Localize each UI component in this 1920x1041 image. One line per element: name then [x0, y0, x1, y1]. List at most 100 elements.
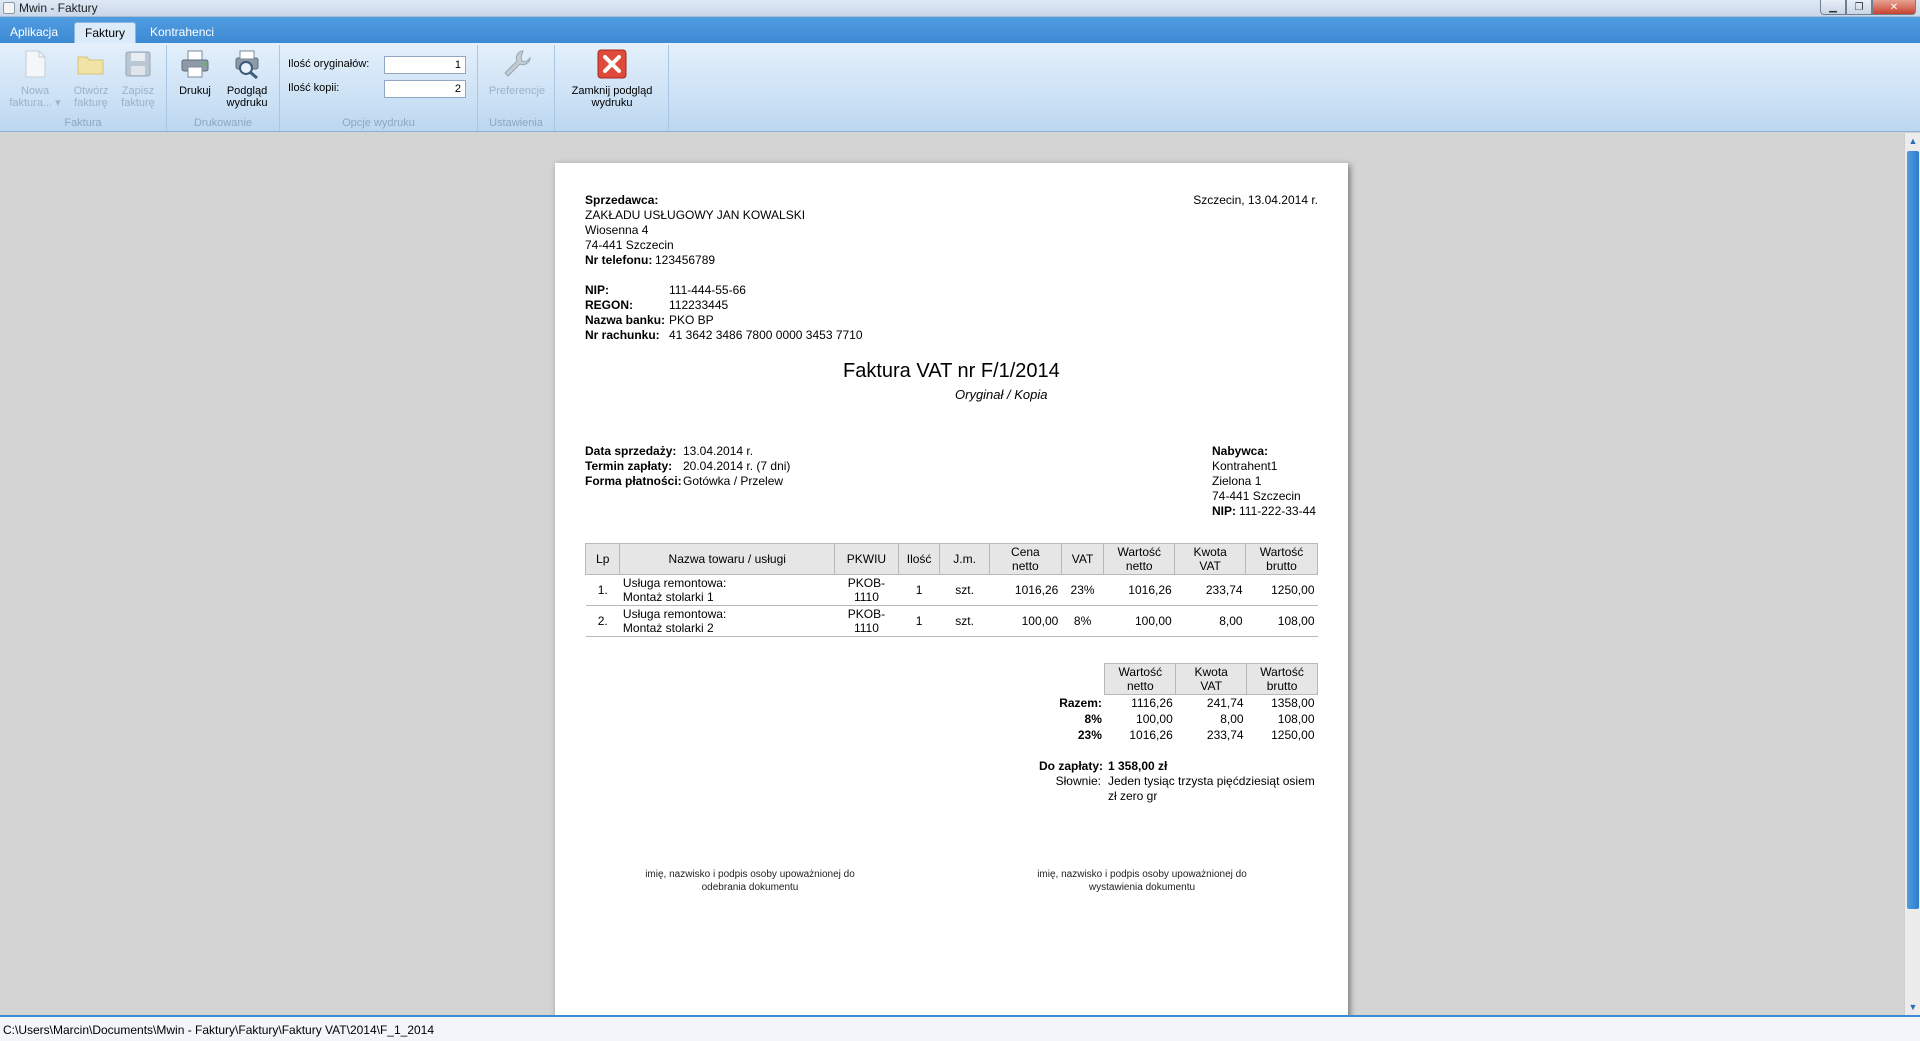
summary-col-gross: Wartość brutto [1246, 663, 1318, 695]
item-net: 1016,26 [1103, 574, 1175, 606]
status-bar: C:\Users\Marcin\Documents\Mwin - Faktury… [0, 1015, 1920, 1041]
print-preview-icon [235, 50, 259, 80]
phone-value: 123456789 [655, 253, 716, 267]
due-label: Termin zapłaty: [585, 459, 673, 473]
bank-value: PKO BP [669, 313, 714, 327]
regon-value: 112233445 [669, 298, 729, 312]
originals-row: Ilość oryginałów: 1 [288, 56, 470, 76]
print-preview-area[interactable]: Sprzedawca: ZAKŁADU USŁUGOWY JAN KOWALSK… [0, 133, 1904, 1015]
open-invoice-button[interactable]: Otwórz fakturę [66, 48, 116, 109]
col-lp: Lp [584, 543, 621, 575]
col-net: Wartość netto [1103, 543, 1176, 575]
summary-corner [1035, 663, 1105, 695]
title-bar: Mwin - Faktury ▁ ❐ ✕ [0, 0, 1920, 17]
account-value: 41 3642 3486 7800 0000 3453 7710 [669, 328, 863, 342]
tab-aplikacja[interactable]: Aplikacja [0, 22, 68, 43]
col-vat: VAT [1060, 543, 1105, 575]
item-pkwiu: PKOB-1110 [834, 574, 899, 606]
wrench-icon [504, 50, 531, 77]
item-lp: 1. [585, 574, 620, 606]
place-date: Szczecin, 13.04.2014 r. [1193, 193, 1318, 207]
bank-label: Nazwa banku: [585, 313, 666, 327]
account-label: Nr rachunku: [585, 328, 660, 342]
ribbon-tab-bar: Aplikacja Faktury Kontrahenci [0, 17, 1920, 43]
payment-label: Forma płatności: [585, 474, 682, 488]
tab-kontrahenci[interactable]: Kontrahenci [140, 22, 224, 43]
regon-label: REGON: [585, 298, 633, 312]
col-price: Cena netto [988, 543, 1062, 575]
buyer-street: Zielona 1 [1212, 474, 1262, 488]
summary-table: Wartość netto Kwota VAT Wartość brutto Raze… [1035, 663, 1318, 743]
app-icon [3, 2, 15, 14]
summary-col-net: Wartość netto [1104, 663, 1177, 695]
scroll-up-icon[interactable]: ▲ [1905, 133, 1920, 149]
printer-icon [181, 50, 209, 78]
words-label: Słownie: [1055, 774, 1101, 788]
item-vat: 8% [1061, 605, 1104, 637]
summary-row: 23% 1016,26 233,74 1250,00 [1077, 728, 1315, 742]
ribbon: Nowa faktura... ▾ Otwórz fakturę Zapisz … [0, 43, 1920, 132]
buyer-nip-label: NIP: [1212, 504, 1236, 518]
close-window-button[interactable]: ✕ [1872, 0, 1916, 15]
item-price: 1016,26 [989, 574, 1062, 606]
scroll-down-icon[interactable]: ▼ [1905, 999, 1920, 1015]
items-header-row: Lp Nazwa towaru / usługi PKWIU Ilość J.m… [584, 543, 1318, 575]
nip-label: NIP: [585, 283, 609, 297]
originals-input[interactable]: 1 [384, 56, 466, 74]
vertical-scrollbar[interactable]: ▲ ▼ [1904, 133, 1920, 1015]
buyer-name: Kontrahent1 [1212, 459, 1278, 473]
item-gross: 1250,00 [1245, 574, 1318, 606]
item-vat-amount: 8,00 [1174, 605, 1246, 637]
item-vat: 23% [1061, 574, 1104, 606]
words-value-2: zł zero gr [1108, 789, 1158, 803]
payment-value: Gotówka / Przelew [683, 474, 784, 488]
group-opcje-wydruku: Ilość oryginałów: 1 Ilość kopii: 2 Opcje… [280, 45, 478, 131]
file-path: C:\Users\Marcin\Documents\Mwin - Faktury… [3, 1023, 435, 1037]
item-name: Usługa remontowa: Montaż stolarki 1 [619, 574, 835, 606]
summary-col-vat: Kwota VAT [1175, 663, 1248, 695]
summary-row: Razem: 1116,26 241,74 1358,00 [1059, 695, 1315, 710]
group-faktura: Nowa faktura... ▾ Otwórz fakturę Zapisz … [0, 45, 167, 131]
items-table: Lp Nazwa towaru / usługi PKWIU Ilość J.m… [584, 543, 1318, 637]
words-value-1: Jeden tysiąc trzysta pięćdziesiąt osiem [1108, 774, 1315, 788]
group-drukowanie: Drukuj Podgląd wydruku Drukowanie [167, 45, 280, 131]
summary-header-row: Wartość netto Kwota VAT Wartość brutto [1035, 663, 1318, 695]
buyer-label: Nabywca: [1212, 444, 1269, 458]
item-qty: 1 [898, 605, 940, 637]
item-lp: 2. [585, 605, 620, 637]
group-close-preview: Zamknij podgląd wydruku [555, 45, 669, 131]
print-preview-button[interactable]: Podgląd wydruku [219, 48, 275, 109]
col-name: Nazwa towaru / usługi [619, 543, 836, 575]
sale-date-label: Data sprzedaży: [585, 444, 677, 458]
tab-faktury[interactable]: Faktury [74, 22, 137, 43]
due-value: 20.04.2014 r. (7 dni) [683, 459, 791, 473]
print-button[interactable]: Drukuj [173, 48, 217, 97]
new-document-icon [25, 50, 46, 78]
preferences-button[interactable]: Preferencje [486, 48, 548, 97]
window-controls: ▁ ❐ ✕ [1820, 0, 1916, 16]
item-price: 100,00 [989, 605, 1062, 637]
invoice-subtitle: Oryginał / Kopia [955, 387, 1048, 402]
item-gross: 108,00 [1245, 605, 1318, 637]
new-invoice-button[interactable]: Nowa faktura... ▾ [6, 48, 64, 109]
maximize-button[interactable]: ❐ [1846, 0, 1872, 15]
scroll-thumb[interactable] [1907, 151, 1919, 909]
minimize-button[interactable]: ▁ [1820, 0, 1846, 15]
phone-label: Nr telefonu: [585, 253, 653, 267]
folder-icon [77, 56, 104, 75]
item-name: Usługa remontowa: Montaż stolarki 2 [619, 605, 835, 637]
copies-input[interactable]: 2 [384, 80, 466, 98]
group-ustawienia: Preferencje Ustawienia [478, 45, 555, 131]
close-red-icon [597, 49, 627, 79]
col-pkwiu: PKWIU [834, 543, 899, 575]
invoice-page: Sprzedawca: ZAKŁADU USŁUGOWY JAN KOWALSK… [555, 163, 1348, 1015]
save-invoice-button[interactable]: Zapisz fakturę [114, 48, 162, 109]
item-pkwiu: PKOB-1110 [834, 605, 899, 637]
originals-label: Ilość oryginałów: [288, 58, 370, 70]
sale-date-value: 13.04.2014 r. [683, 444, 754, 458]
invoice-title: Faktura VAT nr F/1/2014 [843, 360, 1060, 382]
item-unit: szt. [939, 574, 990, 606]
to-pay-label: Do zapłaty: [1039, 759, 1104, 773]
signature-receiver: imię, nazwisko i podpis osoby upoważnion… [645, 869, 855, 893]
close-preview-button[interactable]: Zamknij podgląd wydruku [561, 48, 663, 109]
